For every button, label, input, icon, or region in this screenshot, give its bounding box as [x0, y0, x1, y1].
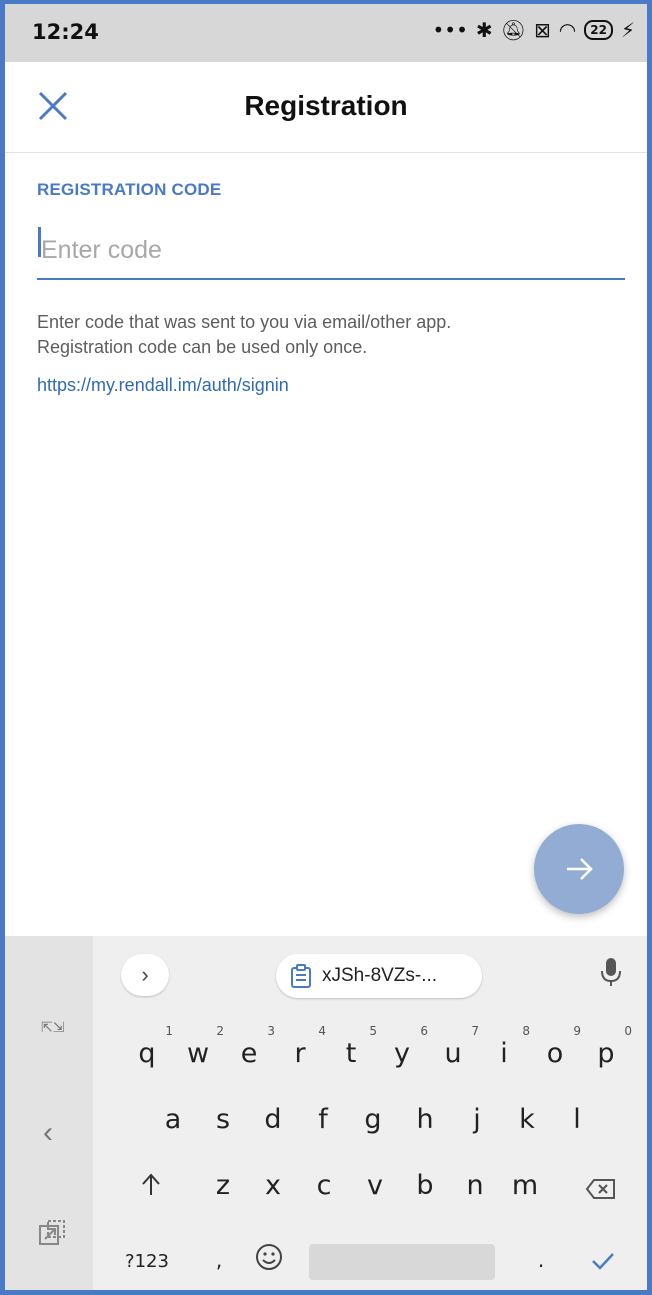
key-j[interactable]: j: [457, 1104, 497, 1135]
key-q[interactable]: q1: [127, 1024, 173, 1069]
arrow-right-icon: [567, 858, 593, 880]
more-icon: •••: [432, 18, 468, 42]
next-button[interactable]: [534, 824, 624, 914]
registration-code-label: REGISTRATION CODE: [37, 180, 222, 199]
key-f[interactable]: f: [303, 1104, 343, 1135]
key-k[interactable]: k: [507, 1104, 547, 1135]
symbols-key[interactable]: ?123: [119, 1251, 175, 1272]
shift-icon: [142, 1173, 160, 1195]
done-key[interactable]: [583, 1248, 623, 1279]
key-e[interactable]: e3: [229, 1024, 275, 1069]
clipboard-icon: [291, 964, 311, 988]
space-key[interactable]: [309, 1244, 495, 1280]
bluetooth-icon: ✱: [475, 18, 493, 42]
microphone-button[interactable]: [599, 956, 623, 993]
app-bar: Registration: [5, 62, 647, 153]
key-a[interactable]: a: [153, 1104, 193, 1135]
key-t[interactable]: t5: [331, 1024, 377, 1069]
backspace-icon: [585, 1179, 615, 1199]
clipboard-suggestion[interactable]: xJSh-8VZs-...: [276, 954, 482, 998]
text-cursor: [38, 227, 41, 257]
key-y[interactable]: y6: [382, 1024, 428, 1069]
sim-icon: ⊠: [534, 18, 551, 42]
keyboard: ⇱⇲ ‹ › xJSh-8VZs-... q 1 w 2 e 3 r 4 t 5…: [5, 936, 647, 1290]
key-v[interactable]: v: [355, 1170, 395, 1201]
microphone-icon: [601, 958, 621, 986]
period-key[interactable]: .: [521, 1248, 561, 1272]
clipboard-text: xJSh-8VZs-...: [322, 965, 438, 986]
key-x[interactable]: x: [253, 1170, 293, 1201]
backspace-key[interactable]: [581, 1176, 621, 1207]
key-p[interactable]: p0: [586, 1024, 632, 1069]
key-z[interactable]: z: [203, 1170, 243, 1201]
wifi-icon: ◠: [558, 18, 577, 42]
resize-icon[interactable]: ⇱⇲: [41, 1020, 64, 1034]
screen-frame: 12:24 ••• ✱ 🔕︎ ⊠ ◠ 22 ⚡︎ Registration RE…: [0, 0, 652, 1295]
key-n[interactable]: n: [455, 1170, 495, 1201]
silent-icon: 🔕︎: [500, 18, 527, 42]
key-g[interactable]: g: [353, 1104, 393, 1135]
battery-icon: 22: [584, 20, 613, 40]
keyboard-main: › xJSh-8VZs-... q 1 w 2 e 3 r 4 t 5 y 6 …: [93, 936, 647, 1290]
key-w[interactable]: w2: [178, 1024, 224, 1069]
key-u[interactable]: u7: [433, 1024, 479, 1069]
status-icons: ••• ✱ 🔕︎ ⊠ ◠ 22 ⚡︎: [432, 18, 635, 42]
emoji-key[interactable]: [249, 1242, 289, 1279]
suggestion-strip: › xJSh-8VZs-...: [93, 936, 647, 1004]
shift-key[interactable]: [131, 1172, 171, 1205]
status-time: 12:24: [32, 20, 99, 44]
comma-key[interactable]: ,: [199, 1248, 239, 1272]
key-d[interactable]: d: [253, 1104, 293, 1135]
status-bar: 12:24 ••• ✱ 🔕︎ ⊠ ◠ 22 ⚡︎: [5, 4, 647, 62]
key-l[interactable]: l: [557, 1104, 597, 1135]
key-b[interactable]: b: [405, 1170, 445, 1201]
help-line-2: Registration code can be used only once.: [37, 337, 368, 357]
chevron-right-icon: ›: [141, 962, 149, 987]
help-text: Enter code that was sent to you via emai…: [37, 310, 627, 360]
floating-keyboard-icon[interactable]: [37, 1218, 67, 1253]
key-i[interactable]: i8: [484, 1024, 530, 1069]
key-s[interactable]: s: [203, 1104, 243, 1135]
expand-toolbar-button[interactable]: ›: [121, 954, 169, 996]
charging-icon: ⚡︎: [620, 18, 635, 42]
emoji-icon: [256, 1244, 282, 1270]
help-line-1: Enter code that was sent to you via emai…: [37, 312, 452, 332]
registration-code-input[interactable]: [37, 222, 625, 280]
page-title: Registration: [244, 90, 408, 121]
key-o[interactable]: o9: [535, 1024, 581, 1069]
key-c[interactable]: c: [304, 1170, 344, 1201]
signin-link[interactable]: https://my.rendall.im/auth/signin: [37, 375, 289, 396]
key-m[interactable]: m: [505, 1170, 545, 1201]
keyboard-side-panel: ⇱⇲ ‹: [5, 936, 93, 1290]
key-h[interactable]: h: [405, 1104, 445, 1135]
key-r[interactable]: r4: [280, 1024, 326, 1069]
chevron-left-icon[interactable]: ‹: [43, 1116, 53, 1150]
checkmark-icon: [592, 1253, 614, 1270]
